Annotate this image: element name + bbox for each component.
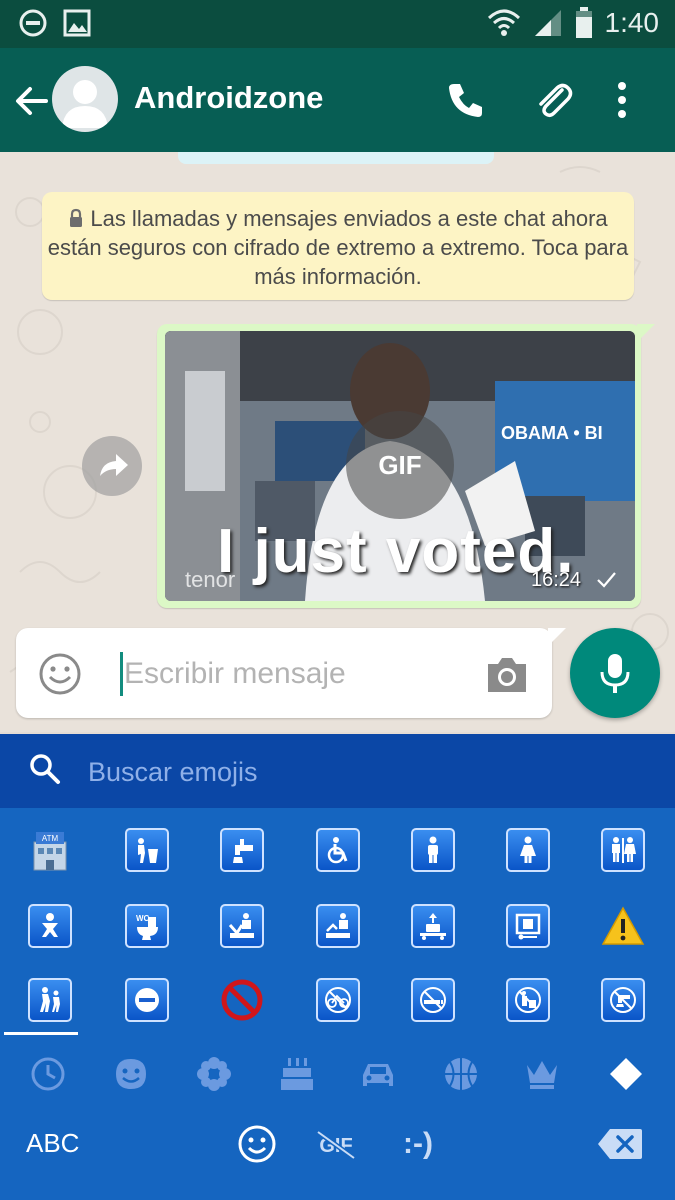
- voice-record-button[interactable]: [570, 628, 660, 718]
- message-input[interactable]: [124, 650, 484, 698]
- phone-call-icon[interactable]: [444, 78, 488, 122]
- gif-keyboard-button[interactable]: GIF: [312, 1124, 360, 1164]
- bubble-tail: [637, 324, 655, 342]
- active-tab-indicator: [4, 1032, 78, 1035]
- prohibited-emoji[interactable]: [220, 978, 264, 1022]
- baby-symbol-emoji[interactable]: [28, 904, 72, 948]
- message-composer: [16, 628, 566, 718]
- gif-caption: I just voted.: [217, 517, 575, 586]
- clock-icon: [31, 1057, 65, 1091]
- status-time: 1:40: [604, 7, 660, 38]
- tab-food[interactable]: [277, 1054, 317, 1094]
- wheelchair-emoji[interactable]: [316, 828, 360, 872]
- forward-button[interactable]: [82, 436, 142, 496]
- keyboard-bottom-row: ABC GIF :-): [0, 1116, 675, 1200]
- tab-activity[interactable]: [441, 1054, 481, 1094]
- tab-recent[interactable]: [28, 1054, 68, 1094]
- backspace-button[interactable]: [596, 1124, 644, 1164]
- tenor-watermark: tenor: [185, 567, 236, 592]
- womens-room-emoji[interactable]: [506, 828, 550, 872]
- warning-emoji[interactable]: [601, 904, 645, 948]
- do-not-disturb-icon: [19, 9, 47, 37]
- children-crossing-emoji[interactable]: [28, 978, 72, 1022]
- microphone-icon: [600, 654, 630, 693]
- car-icon: [363, 1064, 393, 1086]
- camera-icon[interactable]: [484, 652, 530, 698]
- customs-emoji[interactable]: [316, 904, 360, 948]
- emoji-category-tabs: [0, 1032, 675, 1116]
- do-not-litter-emoji[interactable]: [506, 978, 550, 1022]
- chat-header: Androidzone: [0, 48, 675, 152]
- previous-message-peek: [178, 152, 494, 164]
- emoji-keyboard-button[interactable]: [236, 1124, 278, 1164]
- crown-icon: [527, 1061, 557, 1089]
- more-options-icon[interactable]: [612, 78, 632, 122]
- banner-text: OBAMA • BI: [501, 423, 603, 443]
- litter-bin-emoji[interactable]: [125, 828, 169, 872]
- smiley-icon: [116, 1059, 146, 1089]
- attach-icon[interactable]: [532, 78, 576, 122]
- left-luggage-emoji[interactable]: [506, 904, 550, 948]
- cake-icon: [281, 1058, 313, 1090]
- water-closet-emoji[interactable]: WC: [125, 904, 169, 948]
- tab-travel[interactable]: [358, 1054, 398, 1094]
- emoticon-button[interactable]: :-): [398, 1124, 438, 1164]
- basketball-icon: [445, 1058, 477, 1090]
- no-entry-emoji[interactable]: [125, 978, 169, 1022]
- tab-smileys[interactable]: [111, 1054, 151, 1094]
- potable-water-emoji[interactable]: [220, 828, 264, 872]
- emoji-grid: ATM WC: [0, 808, 675, 1036]
- svg-text:ATM: ATM: [42, 834, 59, 843]
- contact-avatar[interactable]: [52, 66, 118, 132]
- svg-text:WC: WC: [136, 914, 150, 923]
- backspace-icon: [598, 1129, 642, 1159]
- flower-icon: [197, 1057, 231, 1091]
- signal-icon: [534, 10, 561, 36]
- composer-tail: [548, 628, 566, 646]
- smiley-face-icon: [238, 1125, 276, 1163]
- encryption-notice[interactable]: Las llamadas y mensajes enviados a este …: [42, 192, 634, 300]
- gif-icon: GIF: [316, 1129, 356, 1161]
- message-time: 16:24: [531, 569, 582, 591]
- atm-emoji[interactable]: ATM: [28, 828, 72, 872]
- forward-icon: [100, 454, 128, 476]
- baggage-claim-emoji[interactable]: [411, 904, 455, 948]
- sent-check-icon: [597, 572, 616, 588]
- outgoing-gif-message[interactable]: OBAMA • BI GIF I just voted. tenor 16:24: [157, 324, 655, 608]
- lock-icon: [70, 208, 83, 227]
- text-cursor: [120, 652, 123, 696]
- abc-button[interactable]: ABC: [26, 1128, 79, 1159]
- tab-nature[interactable]: [194, 1054, 234, 1094]
- back-arrow-icon[interactable]: [12, 82, 50, 120]
- gif-play-badge[interactable]: GIF: [346, 411, 454, 519]
- no-smoking-emoji[interactable]: [411, 978, 455, 1022]
- diamond-icon: [610, 1058, 642, 1090]
- passport-control-emoji[interactable]: [220, 904, 264, 948]
- mens-room-emoji[interactable]: [411, 828, 455, 872]
- emoji-search-input[interactable]: [88, 750, 588, 794]
- contact-name[interactable]: Androidzone: [134, 80, 323, 116]
- tab-symbols[interactable]: [606, 1054, 646, 1094]
- emoji-toggle-icon[interactable]: [38, 652, 82, 696]
- gif-preview[interactable]: OBAMA • BI GIF I just voted. tenor 16:24: [165, 331, 635, 601]
- tab-objects[interactable]: [522, 1054, 562, 1094]
- no-bicycles-emoji[interactable]: [316, 978, 360, 1022]
- wifi-icon: [487, 9, 520, 36]
- gallery-icon: [63, 9, 91, 37]
- search-icon: [30, 754, 60, 784]
- battery-icon: [575, 7, 592, 38]
- emoji-search-bar: [0, 734, 675, 808]
- non-potable-water-emoji[interactable]: [601, 978, 645, 1022]
- restroom-emoji[interactable]: [601, 828, 645, 872]
- status-bar: 1:40: [0, 0, 675, 48]
- encryption-notice-text: Las llamadas y mensajes enviados a este …: [47, 206, 629, 289]
